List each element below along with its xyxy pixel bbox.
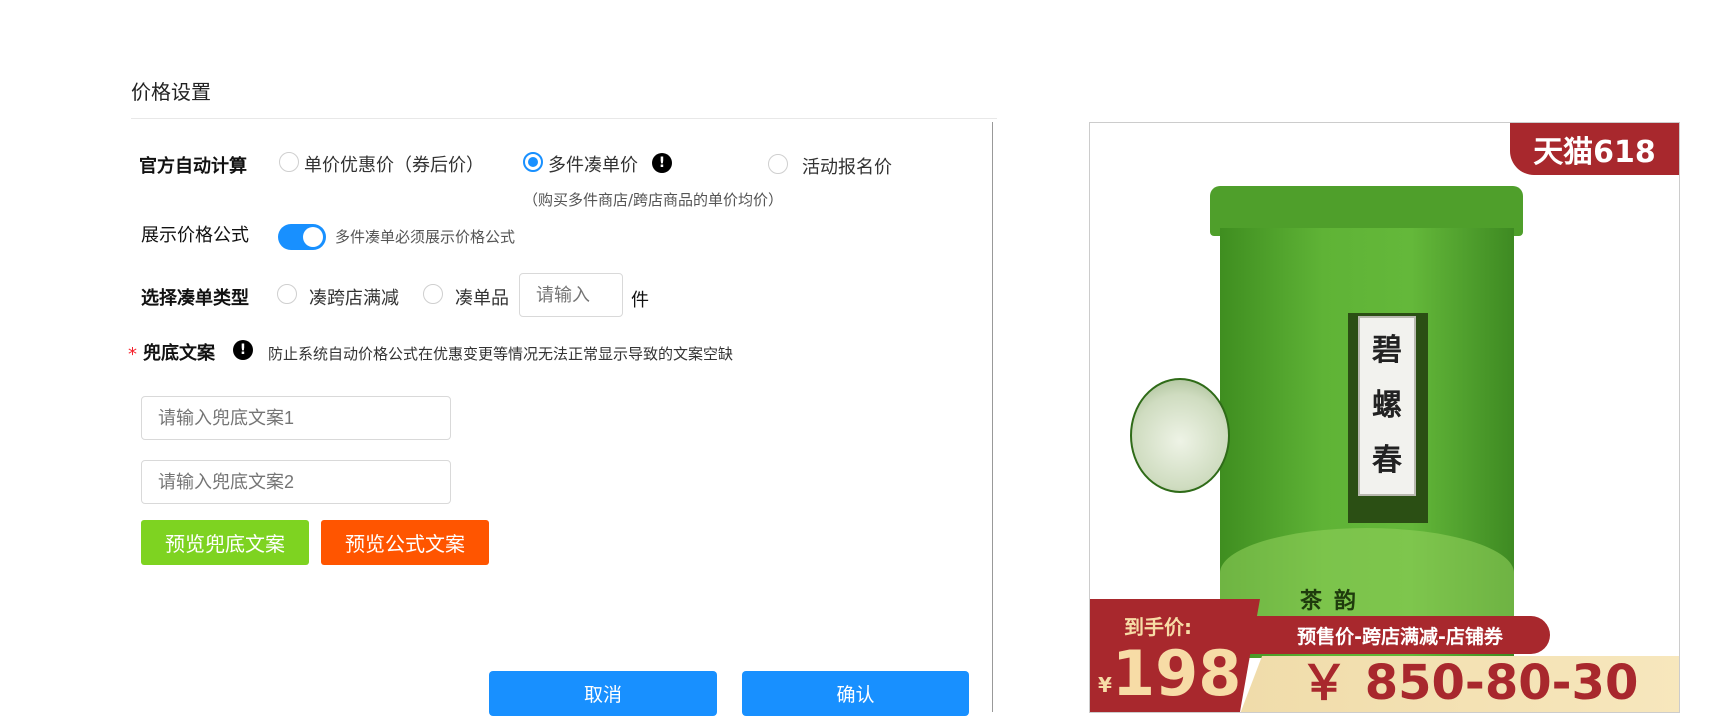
final-price-label: 到手价:: [1124, 615, 1192, 639]
currency-symbol: ¥: [1098, 673, 1112, 697]
vertical-divider: [992, 122, 993, 712]
toggle-knob: [303, 227, 323, 247]
show-formula-label: 展示价格公式: [141, 225, 249, 246]
option-multi-item-price[interactable]: 多件凑单价: [548, 151, 638, 177]
option-unit-discount-price[interactable]: 单价优惠价（券后价）: [304, 151, 484, 177]
product-preview-image: 碧 螺 春 茶韵 天猫618 到手价: ¥ 198 预售价-跨店满减-店铺券 ￥…: [1089, 122, 1680, 713]
combo-type-label: 选择凑单类型: [141, 288, 249, 309]
final-price: 198: [1112, 637, 1242, 710]
option-activity-price[interactable]: 活动报名价: [802, 153, 892, 179]
preview-formula-button[interactable]: 预览公式文案: [321, 520, 489, 565]
title-divider: [131, 118, 997, 119]
fallback-hint: 防止系统自动价格公式在优惠变更等情况无法正常显示导致的文案空缺: [268, 345, 734, 363]
required-mark: *: [128, 344, 137, 365]
radio-activity-price[interactable]: [768, 154, 788, 174]
quantity-input[interactable]: [519, 273, 623, 317]
cancel-button[interactable]: 取消: [489, 671, 717, 716]
can-landscape-medallion: [1130, 378, 1230, 493]
fallback-text-2-input[interactable]: [141, 460, 451, 504]
can-label-char: 碧: [1372, 333, 1402, 369]
show-formula-hint: 多件凑单必须展示价格公式: [335, 228, 516, 246]
fallback-label: 兜底文案: [143, 343, 215, 364]
section-title: 价格设置: [131, 80, 211, 104]
radio-unit-discount-price[interactable]: [279, 152, 299, 172]
multi-item-price-hint: （购买多件商店/跨店商品的单价均价）: [523, 191, 784, 209]
formula-label-banner: 预售价-跨店满减-店铺券: [1250, 616, 1550, 654]
fallback-text-1-input[interactable]: [141, 396, 451, 440]
option-single-item[interactable]: 凑单品: [455, 284, 509, 310]
can-label-char: 螺: [1372, 387, 1402, 423]
radio-cross-store-discount[interactable]: [277, 284, 297, 304]
info-icon[interactable]: !: [652, 153, 672, 173]
auto-calc-label: 官方自动计算: [139, 156, 247, 177]
quantity-unit: 件: [631, 290, 649, 311]
can-product-label: 碧 螺 春: [1358, 316, 1416, 496]
can-brand-text: 茶韵: [1300, 589, 1369, 614]
radio-single-item[interactable]: [423, 284, 443, 304]
tmall-618-tag: 天猫618: [1510, 123, 1679, 175]
fallback-info-icon[interactable]: !: [233, 340, 253, 360]
can-label-char: 春: [1372, 442, 1402, 478]
preview-fallback-button[interactable]: 预览兜底文案: [141, 520, 309, 565]
formula-price-value: ￥ 850-80-30: [1300, 655, 1639, 711]
show-formula-toggle[interactable]: [278, 224, 326, 250]
confirm-button[interactable]: 确认: [742, 671, 969, 716]
radio-multi-item-price[interactable]: [523, 152, 543, 172]
option-cross-store-discount[interactable]: 凑跨店满减: [309, 284, 399, 310]
